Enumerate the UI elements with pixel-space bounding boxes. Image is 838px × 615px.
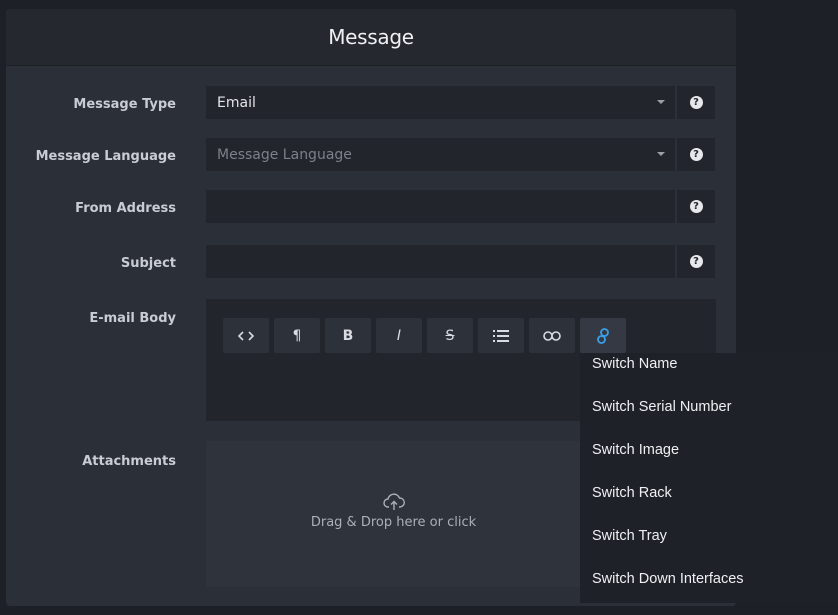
code-icon (238, 330, 254, 341)
panel-header: Message (6, 9, 736, 66)
from-address-label: From Address (75, 201, 176, 216)
message-language-label: Message Language (35, 149, 176, 164)
menu-item-switch-name[interactable]: Switch Name (580, 353, 838, 396)
menu-item-switch-image[interactable]: Switch Image (580, 439, 838, 482)
message-type-value: Email (217, 94, 256, 111)
paragraph-icon: ¶ (292, 327, 302, 344)
subject-help-button[interactable]: ? (677, 245, 715, 278)
from-address-input[interactable] (206, 190, 675, 223)
attachments-label: Attachments (82, 454, 176, 469)
insert-variable-button[interactable] (580, 318, 626, 353)
list-icon (493, 329, 509, 342)
message-type-select[interactable]: Email (206, 86, 675, 119)
link-icon (543, 330, 561, 341)
chain-icon (597, 327, 609, 344)
dropzone-content: Drag & Drop here or click (206, 493, 581, 530)
subject-input[interactable] (206, 245, 675, 278)
email-body-label: E-mail Body (89, 311, 176, 326)
insert-variable-menu: Switch Name Switch Serial Number Switch … (580, 353, 838, 603)
bold-icon: B (342, 327, 354, 344)
menu-item-switch-tray[interactable]: Switch Tray (580, 525, 838, 568)
message-language-placeholder: Message Language (217, 146, 352, 163)
attachments-dropzone[interactable]: Drag & Drop here or click (206, 441, 581, 587)
question-icon: ? (689, 255, 703, 268)
chevron-down-icon (657, 152, 665, 156)
message-type-label: Message Type (73, 97, 176, 112)
menu-item-switch-rack[interactable]: Switch Rack (580, 482, 838, 525)
question-icon: ? (689, 148, 703, 161)
italic-button[interactable]: I (376, 318, 422, 353)
menu-item-switch-serial-number[interactable]: Switch Serial Number (580, 396, 838, 439)
question-icon: ? (689, 96, 703, 109)
paragraph-button[interactable]: ¶ (274, 318, 320, 353)
chevron-down-icon (657, 100, 665, 104)
cloud-upload-icon (382, 493, 405, 510)
bold-button[interactable]: B (325, 318, 371, 353)
code-view-button[interactable] (223, 318, 269, 353)
message-type-help-button[interactable]: ? (677, 86, 715, 119)
italic-icon: I (396, 327, 402, 344)
dropzone-text: Drag & Drop here or click (310, 515, 477, 530)
from-address-help-button[interactable]: ? (677, 190, 715, 223)
message-language-help-button[interactable]: ? (677, 138, 715, 171)
panel-title: Message (328, 25, 414, 49)
strikethrough-icon: S (445, 327, 455, 344)
subject-label: Subject (120, 256, 176, 271)
strikethrough-button[interactable]: S (427, 318, 473, 353)
question-icon: ? (689, 200, 703, 213)
message-language-select[interactable]: Message Language (206, 138, 675, 171)
list-button[interactable] (478, 318, 524, 353)
menu-item-switch-down-interfaces[interactable]: Switch Down Interfaces (580, 568, 838, 611)
link-button[interactable] (529, 318, 575, 353)
